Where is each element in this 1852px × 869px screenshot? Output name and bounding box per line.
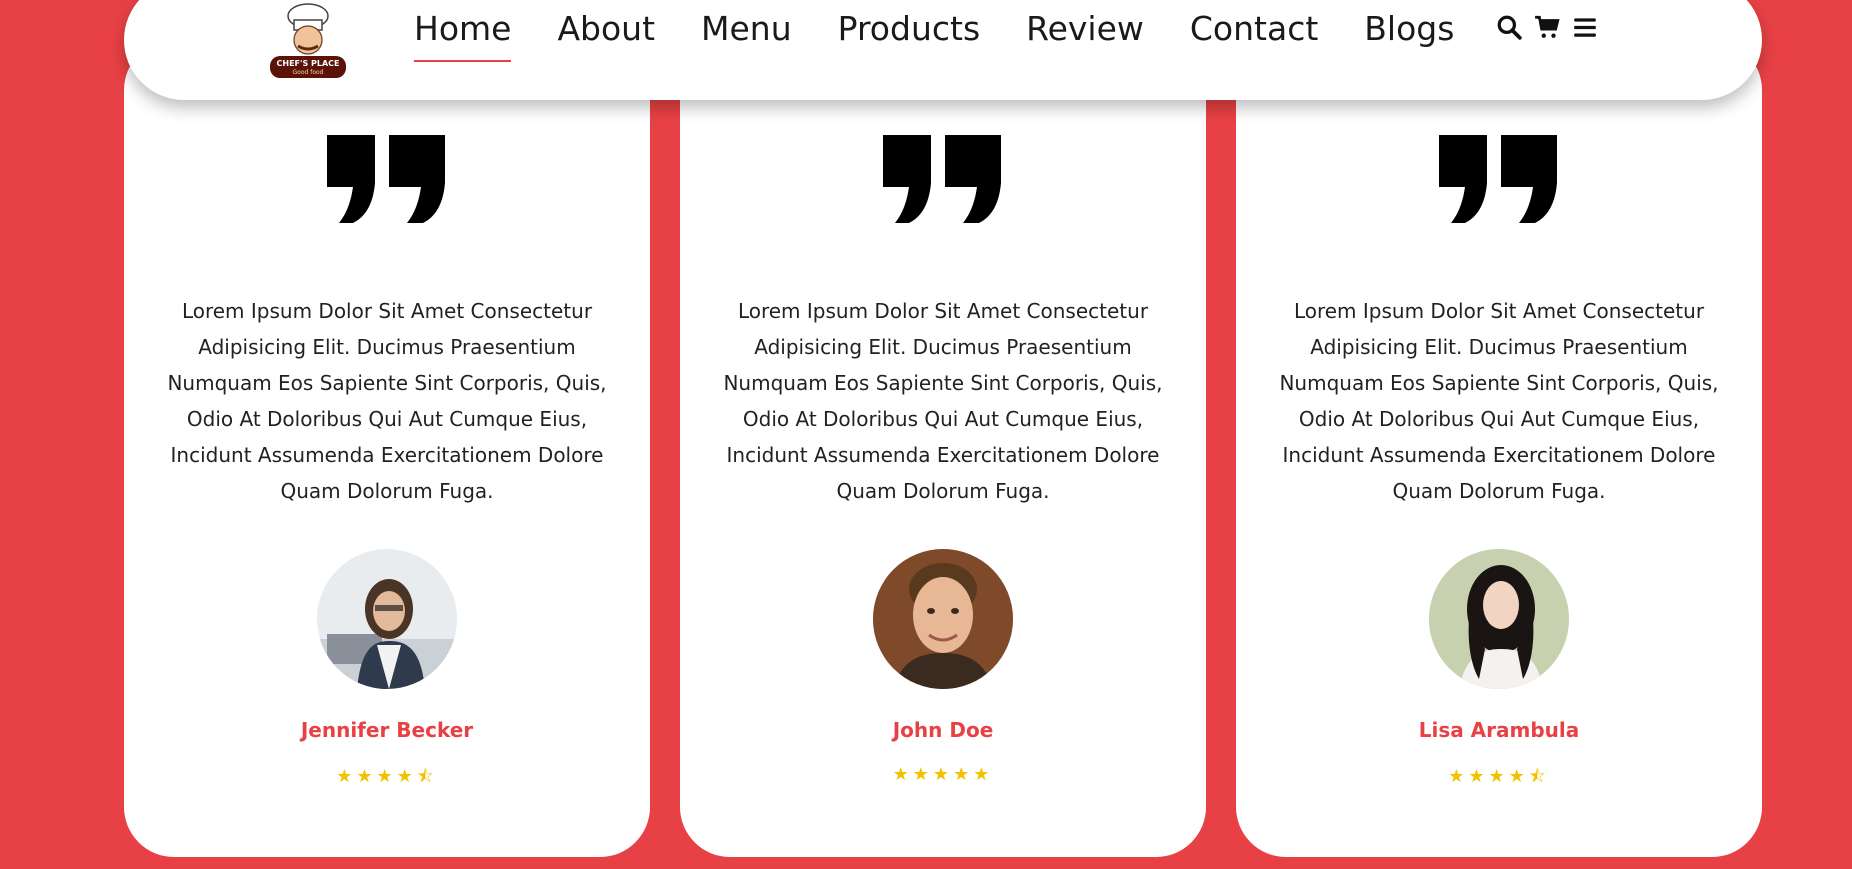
star-icon: ★ — [973, 764, 994, 785]
star-icon: ★ — [932, 764, 954, 785]
star-icon: ★ — [1448, 766, 1469, 787]
review-card: Lorem Ipsum Dolor Sit Amet Consectetur A… — [680, 40, 1206, 857]
nav-contact[interactable]: Contact — [1190, 9, 1318, 54]
search-icon[interactable] — [1496, 14, 1522, 40]
rating-stars: ★★★★⯪ — [124, 764, 650, 794]
chefs-place-logo[interactable]: CHEF'S PLACE Good food — [266, 2, 350, 84]
half-star-icon: ⯪ — [1528, 766, 1550, 787]
star-icon: ★ — [1468, 766, 1489, 787]
reviewer-name: Lisa Arambula — [1418, 718, 1580, 742]
star-icon: ★ — [1488, 766, 1509, 787]
quote-icon — [327, 135, 445, 223]
reviewer-name: John Doe — [892, 718, 994, 742]
rating-stars: ★★★★★ — [680, 764, 1206, 785]
star-icon: ★ — [356, 766, 377, 787]
cart-icon[interactable] — [1534, 14, 1560, 40]
svg-text:CHEF'S PLACE: CHEF'S PLACE — [277, 59, 340, 68]
star-icon: ★ — [912, 764, 933, 785]
star-icon: ★ — [1508, 766, 1529, 787]
star-icon: ★ — [953, 764, 974, 785]
reviewer-name: Jennifer Becker — [300, 718, 474, 742]
header-icons — [1496, 14, 1598, 40]
review-card: Lorem Ipsum Dolor Sit Amet Consectetur A… — [1236, 40, 1762, 857]
nav-blogs[interactable]: Blogs — [1364, 9, 1454, 54]
main-nav: Home About Menu Products Review Contact … — [414, 6, 1454, 62]
nav-review[interactable]: Review — [1026, 9, 1144, 54]
half-star-icon: ⯪ — [416, 766, 438, 787]
site-header: CHEF'S PLACE Good food Home About Menu P… — [124, 0, 1762, 100]
reviewer-avatar — [1429, 549, 1569, 689]
nav-menu[interactable]: Menu — [701, 9, 792, 54]
menu-icon[interactable] — [1572, 14, 1598, 40]
review-text: Lorem Ipsum Dolor Sit Amet Consectetur A… — [1279, 299, 1719, 503]
star-icon: ★ — [892, 764, 913, 785]
svg-text:Good food: Good food — [293, 69, 324, 76]
star-icon: ★ — [376, 766, 397, 787]
quote-icon — [883, 135, 1001, 223]
star-icon: ★ — [336, 766, 357, 787]
reviews-section: Lorem Ipsum Dolor Sit Amet Consectetur A… — [124, 40, 1762, 857]
review-text: Lorem Ipsum Dolor Sit Amet Consectetur A… — [723, 299, 1163, 503]
reviewer-avatar — [317, 549, 457, 689]
star-icon: ★ — [396, 766, 417, 787]
review-text: Lorem Ipsum Dolor Sit Amet Consectetur A… — [167, 299, 607, 503]
nav-products[interactable]: Products — [838, 9, 981, 54]
nav-about[interactable]: About — [557, 9, 655, 54]
quote-icon — [1439, 135, 1557, 223]
nav-home[interactable]: Home — [414, 9, 512, 62]
reviewer-avatar — [873, 549, 1013, 689]
review-card: Lorem Ipsum Dolor Sit Amet Consectetur A… — [124, 40, 650, 857]
rating-stars: ★★★★⯪ — [1236, 764, 1762, 794]
chef-logo-icon: CHEF'S PLACE Good food — [270, 3, 346, 78]
